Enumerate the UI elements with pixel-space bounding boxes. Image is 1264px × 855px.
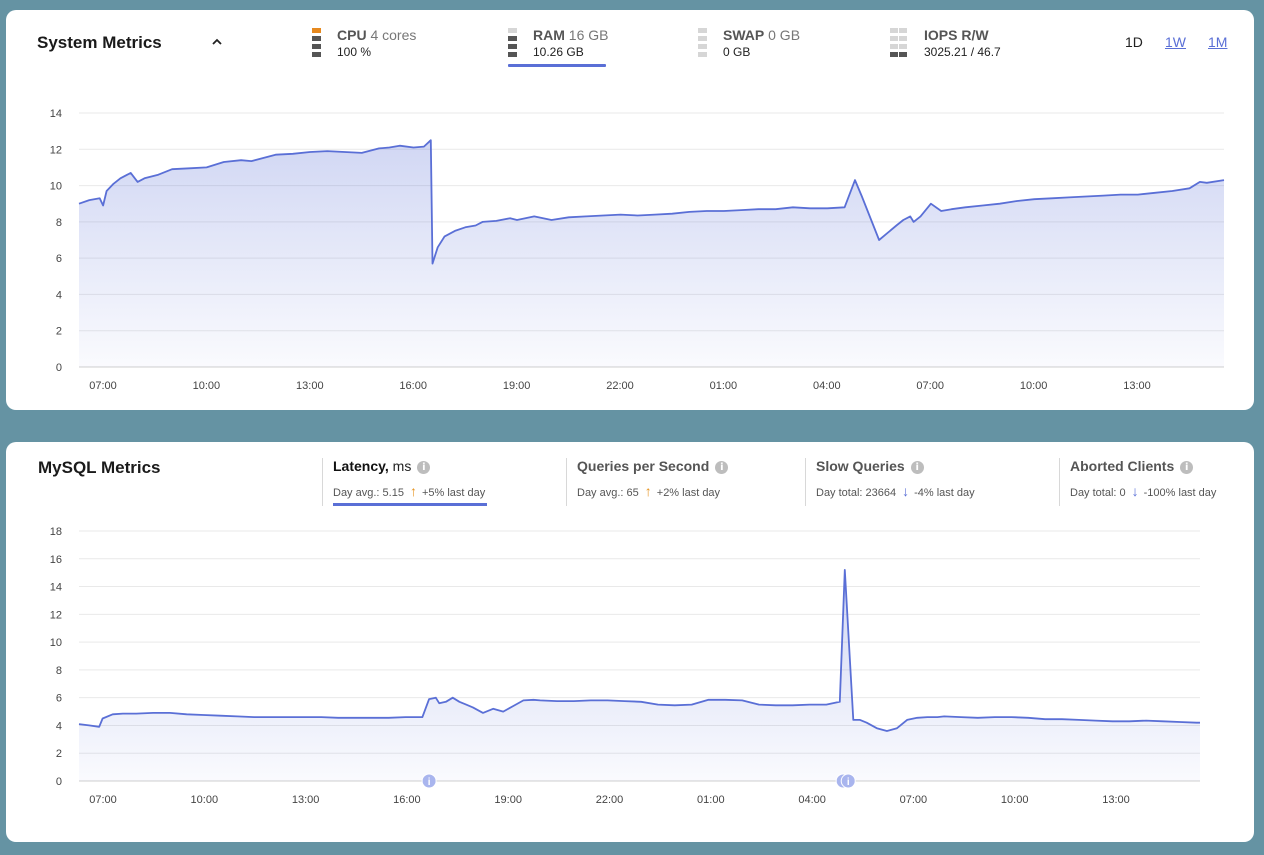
y-tick-label: 4 <box>56 289 62 301</box>
x-tick-label: 19:00 <box>494 794 522 806</box>
y-tick-label: 6 <box>56 693 62 705</box>
latency-chart: 0 2 4 6 8 10 12 14 16 18 07:00 10:00 13:00 16:00 19:00… <box>50 526 1200 806</box>
y-tick-label: 16 <box>50 554 62 566</box>
x-tick-label: 19:00 <box>503 380 531 392</box>
range-1d-link[interactable]: 1D <box>1125 34 1143 50</box>
ram-usage-chart: 0 2 4 6 8 10 12 14 07:00 10:00 13:00 16:00 19:00 22:0… <box>50 108 1225 392</box>
cpu-level-icon <box>312 28 321 58</box>
event-marker-icon[interactable]: i <box>840 773 856 789</box>
system-metrics-card: System Metrics CPU 4 cores 100 % RAM 16 … <box>6 10 1254 410</box>
metric-cpu-label: CPU 4 cores <box>337 27 417 43</box>
metric-ram-value: 10.26 GB <box>533 45 584 59</box>
event-marker-icon[interactable]: i <box>421 773 437 789</box>
x-tick-label: 16:00 <box>393 794 421 806</box>
series-area <box>79 569 1200 781</box>
x-tick-label: 07:00 <box>916 380 944 392</box>
x-tick-label: 07:00 <box>89 380 117 392</box>
y-tick-label: 8 <box>56 665 62 677</box>
x-tick-label: 10:00 <box>1001 794 1029 806</box>
x-tick-label: 13:00 <box>292 794 320 806</box>
x-tick-label: 01:00 <box>697 794 725 806</box>
y-tick-label: 4 <box>56 720 62 732</box>
series-area <box>79 140 1224 367</box>
y-tick-label: 6 <box>56 253 62 265</box>
mysql-metrics-card: MySQL Metrics Latency, ms i Day avg.: 5.1… <box>6 442 1254 842</box>
metric-ram-label: RAM 16 GB <box>533 27 609 43</box>
x-tick-label: 22:00 <box>596 794 624 806</box>
y-tick-label: 2 <box>56 326 62 338</box>
y-tick-label: 14 <box>50 582 62 594</box>
x-tick-label: 13:00 <box>1102 794 1130 806</box>
event-marker-glyph: i <box>847 777 850 788</box>
range-1m-link[interactable]: 1M <box>1208 34 1227 50</box>
y-tick-label: 12 <box>50 609 62 621</box>
series-line <box>78 139 1225 265</box>
x-tick-label: 10:00 <box>191 794 219 806</box>
x-tick-label: 04:00 <box>798 794 826 806</box>
iops-level-icon <box>890 28 908 58</box>
chevron-up-icon <box>212 38 222 45</box>
y-tick-label: 0 <box>56 362 62 374</box>
x-tick-label: 16:00 <box>399 380 427 392</box>
metric-iops-value: 3025.21 / 46.7 <box>924 45 1001 59</box>
y-tick-label: 8 <box>56 217 62 229</box>
metric-swap-value: 0 GB <box>723 45 751 59</box>
x-tick-label: 13:00 <box>1123 380 1151 392</box>
collapse-button[interactable] <box>210 34 224 48</box>
metric-cpu-value: 100 % <box>337 45 372 59</box>
range-1w-link[interactable]: 1W <box>1165 34 1186 50</box>
x-tick-label: 13:00 <box>296 380 324 392</box>
ram-level-icon <box>508 28 517 58</box>
x-tick-label: 07:00 <box>89 794 117 806</box>
x-tick-label: 22:00 <box>606 380 634 392</box>
x-tick-label: 04:00 <box>813 380 841 392</box>
y-tick-label: 10 <box>50 181 62 193</box>
y-tick-label: 0 <box>56 776 62 788</box>
x-tick-label: 01:00 <box>710 380 738 392</box>
metric-iops-label: IOPS R/W <box>924 27 989 43</box>
system-metrics-title: System Metrics <box>37 33 162 52</box>
y-tick-label: 2 <box>56 748 62 760</box>
y-tick-label: 10 <box>50 637 62 649</box>
swap-level-icon <box>698 28 707 58</box>
y-tick-label: 18 <box>50 526 62 538</box>
x-tick-label: 10:00 <box>193 380 221 392</box>
metric-swap-label: SWAP 0 GB <box>723 27 801 43</box>
x-tick-label: 07:00 <box>900 794 928 806</box>
y-tick-label: 12 <box>50 144 62 156</box>
active-metric-underline <box>508 64 606 67</box>
y-tick-label: 14 <box>50 108 62 120</box>
x-tick-label: 10:00 <box>1020 380 1048 392</box>
event-marker-glyph: i <box>428 777 431 788</box>
